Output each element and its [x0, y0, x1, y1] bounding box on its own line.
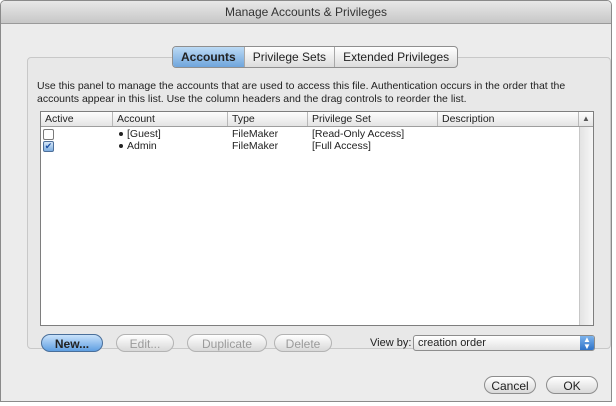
account-name: [Guest] [127, 128, 161, 140]
sort-triangle-icon[interactable]: ▲ [578, 112, 593, 126]
tab-privilege-sets[interactable]: Privilege Sets [245, 47, 336, 67]
active-checkbox[interactable]: ✔ [43, 141, 54, 152]
new-button[interactable]: New... [41, 334, 103, 352]
account-name: Admin [127, 140, 157, 152]
tab-accounts[interactable]: Accounts [173, 47, 245, 67]
tab-bar: Accounts Privilege Sets Extended Privile… [172, 46, 459, 68]
tab-extended-privileges[interactable]: Extended Privileges [335, 47, 457, 67]
vertical-scrollbar[interactable] [579, 127, 593, 325]
column-header-description[interactable]: Description [438, 112, 579, 126]
column-header-privilege-set[interactable]: Privilege Set [308, 112, 438, 126]
view-by-selected-value: creation order [418, 337, 486, 349]
panel-description: Use this panel to manage the accounts th… [37, 80, 601, 106]
account-privilege-set: [Read-Only Access] [312, 128, 405, 140]
column-header-active[interactable]: Active [41, 112, 113, 126]
table-row[interactable]: [Guest] FileMaker [Read-Only Access] [41, 128, 579, 140]
view-by-label: View by: [370, 337, 412, 349]
delete-button[interactable]: Delete [274, 334, 332, 352]
column-header-type[interactable]: Type [228, 112, 308, 126]
drag-handle-icon[interactable] [119, 144, 123, 148]
account-type: FileMaker [232, 140, 279, 152]
cancel-button[interactable]: Cancel [484, 376, 536, 394]
table-header: Active Account Type Privilege Set Descri… [41, 112, 593, 127]
account-privilege-set: [Full Access] [312, 140, 371, 152]
accounts-table: Active Account Type Privilege Set Descri… [40, 111, 594, 326]
select-arrows-icon: ▲ ▼ [580, 336, 594, 351]
description-line-1: Use this panel to manage the accounts th… [37, 80, 566, 92]
active-checkbox[interactable] [43, 129, 54, 140]
table-row[interactable]: ✔ Admin FileMaker [Full Access] [41, 140, 579, 152]
duplicate-button[interactable]: Duplicate [187, 334, 267, 352]
account-type: FileMaker [232, 128, 279, 140]
edit-button[interactable]: Edit... [116, 334, 174, 352]
dialog-window: Manage Accounts & Privileges Accounts Pr… [0, 0, 612, 402]
view-by-select[interactable]: creation order ▲ ▼ [413, 335, 595, 351]
description-line-2: accounts appear in this list. Use the co… [37, 93, 467, 105]
ok-button[interactable]: OK [546, 376, 598, 394]
column-header-account[interactable]: Account [113, 112, 228, 126]
drag-handle-icon[interactable] [119, 132, 123, 136]
window-title: Manage Accounts & Privileges [1, 1, 611, 24]
